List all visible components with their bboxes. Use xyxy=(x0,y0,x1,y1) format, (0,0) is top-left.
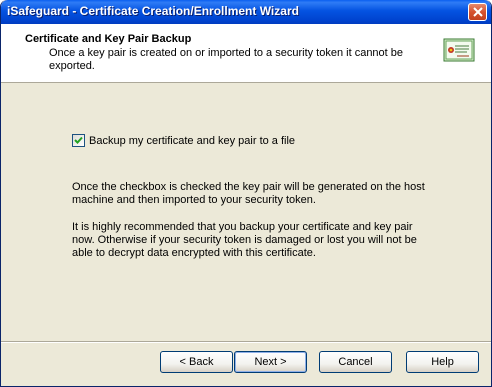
close-button[interactable] xyxy=(468,3,487,21)
window-title: iSafeguard - Certificate Creation/Enroll… xyxy=(7,4,299,18)
back-button[interactable]: < Back xyxy=(160,351,233,373)
wizard-header: Certificate and Key Pair Backup Once a k… xyxy=(1,24,491,83)
backup-checkbox-label[interactable]: Backup my certificate and key pair to a … xyxy=(89,135,295,147)
checkmark-icon xyxy=(74,136,83,144)
title-bar[interactable]: iSafeguard - Certificate Creation/Enroll… xyxy=(1,0,491,24)
wizard-window: iSafeguard - Certificate Creation/Enroll… xyxy=(0,0,492,387)
certificate-icon xyxy=(443,38,475,62)
close-icon xyxy=(473,7,483,17)
cancel-button[interactable]: Cancel xyxy=(319,351,392,373)
page-title: Certificate and Key Pair Backup xyxy=(25,33,192,45)
page-subtitle: Once a key pair is created on or importe… xyxy=(49,47,404,72)
backup-option[interactable]: Backup my certificate and key pair to a … xyxy=(72,134,295,147)
help-button[interactable]: Help xyxy=(406,351,479,373)
info-paragraph: Once the checkbox is checked the key pai… xyxy=(72,181,425,206)
backup-checkbox[interactable] xyxy=(72,134,85,147)
next-button[interactable]: Next > xyxy=(234,351,307,373)
warning-paragraph: It is highly recommended that you backup… xyxy=(72,221,417,259)
footer-divider xyxy=(1,341,491,343)
